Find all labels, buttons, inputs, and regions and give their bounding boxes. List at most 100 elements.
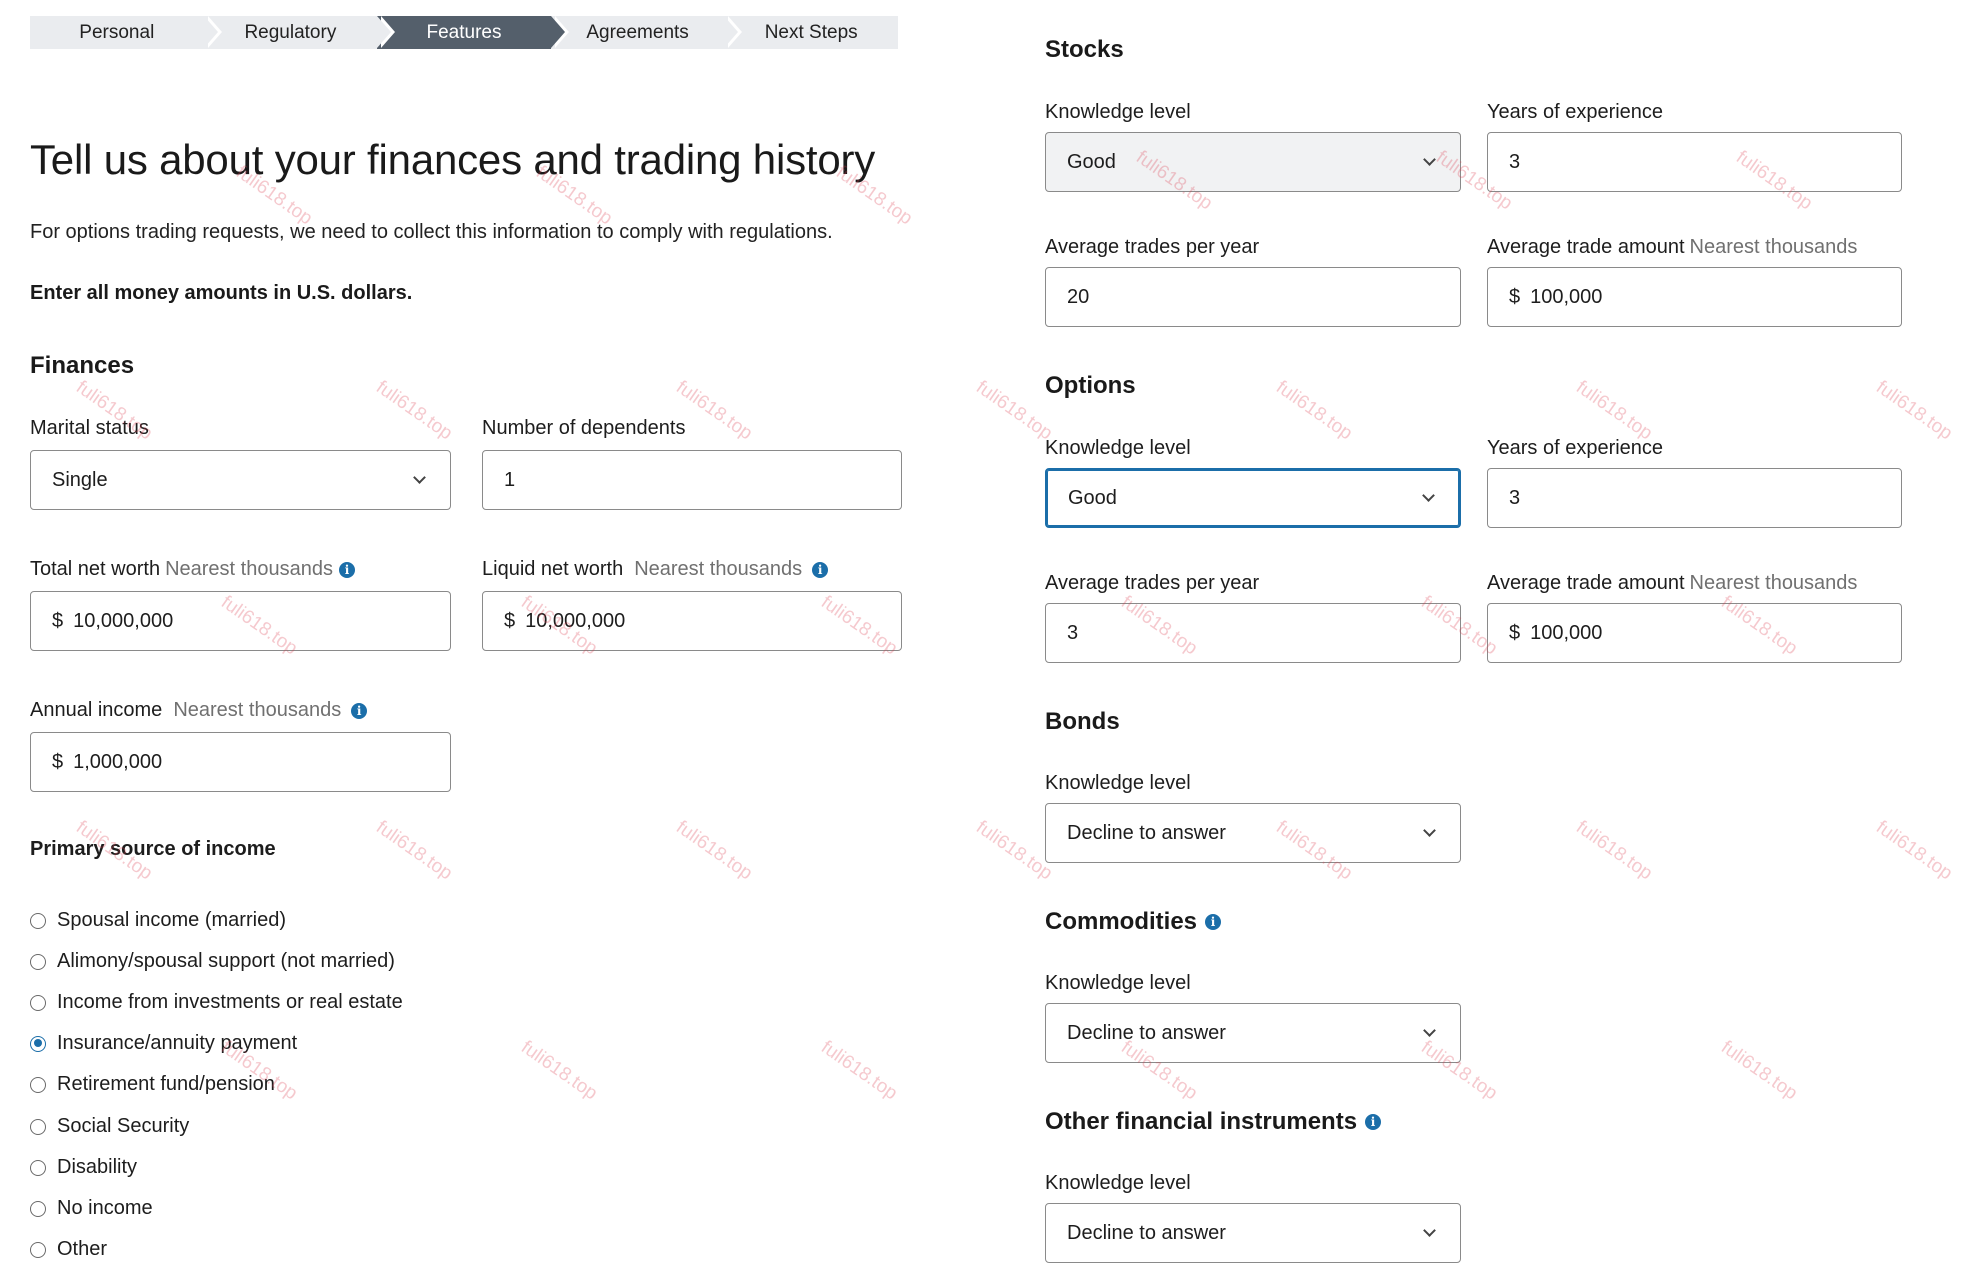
radio-option[interactable]: Income from investments or real estate xyxy=(30,991,403,1014)
other-knowledge-select[interactable]: Decline to answer xyxy=(1045,1203,1461,1263)
stocks-amount-value: 100,000 xyxy=(1530,285,1603,308)
currency-symbol: $ xyxy=(52,750,64,773)
commodities-knowledge-select[interactable]: Decline to answer xyxy=(1045,1003,1461,1063)
stocks-amount-label: Average trade amount Nearest thousands xyxy=(1487,236,1858,258)
info-icon[interactable]: i xyxy=(1205,914,1222,930)
stocks-knowledge-label: Knowledge level xyxy=(1045,101,1191,123)
radio-option-selected[interactable]: Insurance/annuity payment xyxy=(30,1032,297,1055)
annual-income-value: 1,000,000 xyxy=(73,750,163,773)
stocks-trades-value: 20 xyxy=(1067,285,1090,308)
page-title: Tell us about your finances and trading … xyxy=(30,136,876,183)
currency-symbol: $ xyxy=(1509,621,1521,644)
radio-option[interactable]: Retirement fund/pension xyxy=(30,1073,275,1096)
marital-status-select[interactable]: Single xyxy=(30,450,451,510)
options-trades-label: Average trades per year xyxy=(1045,572,1260,594)
stocks-trades-label: Average trades per year xyxy=(1045,236,1260,258)
commodities-heading: Commodities i xyxy=(1045,908,1222,936)
options-amount-label: Average trade amount Nearest thousands xyxy=(1487,572,1858,594)
currency-symbol: $ xyxy=(52,609,64,632)
step-agreements[interactable]: Agreements xyxy=(550,16,742,49)
liquid-net-worth-value: 10,000,000 xyxy=(525,609,626,632)
chevron-down-icon xyxy=(1423,824,1436,837)
currency-note: Enter all money amounts in U.S. dollars. xyxy=(30,282,413,304)
watermark: fuli618.top xyxy=(1572,816,1657,885)
radio-option[interactable]: Other xyxy=(30,1238,107,1261)
watermark: fuli618.top xyxy=(972,376,1057,445)
info-icon[interactable]: i xyxy=(812,561,829,578)
radio-option[interactable]: Spousal income (married) xyxy=(30,909,286,932)
options-knowledge-label: Knowledge level xyxy=(1045,437,1191,459)
annual-income-label: Annual income Nearest thousands i xyxy=(30,699,368,722)
annual-income-input[interactable]: $1,000,000 xyxy=(30,732,451,792)
currency-symbol: $ xyxy=(1509,285,1521,308)
radio-button[interactable] xyxy=(30,912,46,929)
dependents-input[interactable]: 1 xyxy=(482,450,902,510)
watermark: fuli618.top xyxy=(972,816,1057,885)
options-amount-value: 100,000 xyxy=(1530,621,1603,644)
marital-status-label: Marital status xyxy=(30,417,149,439)
options-years-input[interactable]: 3 xyxy=(1487,468,1902,528)
stocks-heading: Stocks xyxy=(1045,36,1124,63)
options-years-value: 3 xyxy=(1509,486,1521,509)
total-net-worth-label: Total net worth Nearest thousands i xyxy=(30,558,355,581)
bonds-knowledge-select[interactable]: Decline to answer xyxy=(1045,803,1461,863)
watermark: fuli618.top xyxy=(817,1036,902,1105)
finances-heading: Finances xyxy=(30,352,135,379)
stocks-amount-input[interactable]: $100,000 xyxy=(1487,267,1902,327)
commodities-knowledge-value: Decline to answer xyxy=(1067,1021,1226,1044)
info-icon[interactable]: i xyxy=(1365,1114,1382,1130)
hint-text: Nearest thousands xyxy=(634,558,803,580)
chevron-down-icon xyxy=(1423,1224,1436,1237)
other-instruments-heading: Other financial instruments i xyxy=(1045,1108,1382,1136)
radio-option[interactable]: Social Security xyxy=(30,1115,189,1138)
radio-button[interactable] xyxy=(30,994,46,1011)
intro-text: For options trading requests, we need to… xyxy=(30,221,833,243)
stocks-knowledge-value: Good xyxy=(1067,150,1116,173)
radio-button[interactable] xyxy=(30,1159,46,1176)
bonds-knowledge-value: Decline to answer xyxy=(1067,821,1226,844)
step-features[interactable]: Features xyxy=(377,16,569,49)
stocks-knowledge-select[interactable]: Good xyxy=(1045,132,1461,192)
stocks-years-label: Years of experience xyxy=(1487,101,1664,123)
stocks-years-value: 3 xyxy=(1509,150,1521,173)
bonds-heading: Bonds xyxy=(1045,708,1120,735)
chevron-down-icon xyxy=(413,471,426,484)
options-years-label: Years of experience xyxy=(1487,437,1664,459)
info-icon[interactable]: i xyxy=(351,702,368,719)
step-next-steps[interactable]: Next Steps xyxy=(724,16,898,49)
watermark: fuli618.top xyxy=(372,376,457,445)
total-net-worth-input[interactable]: $10,000,000 xyxy=(30,591,451,651)
liquid-net-worth-input[interactable]: $10,000,000 xyxy=(482,591,902,651)
options-heading: Options xyxy=(1045,372,1136,399)
step-regulatory[interactable]: Regulatory xyxy=(203,16,395,49)
watermark: fuli618.top xyxy=(1572,376,1657,445)
commodities-knowledge-label: Knowledge level xyxy=(1045,972,1191,994)
step-personal[interactable]: Personal xyxy=(30,16,222,49)
radio-button[interactable] xyxy=(30,1118,46,1135)
radio-option[interactable]: Alimony/spousal support (not married) xyxy=(30,950,395,973)
radio-button[interactable] xyxy=(30,1076,46,1093)
radio-button-checked[interactable] xyxy=(30,1035,46,1052)
watermark: fuli618.top xyxy=(1872,816,1957,885)
options-knowledge-value: Good xyxy=(1068,486,1117,509)
watermark: fuli618.top xyxy=(1872,376,1957,445)
watermark: fuli618.top xyxy=(1272,376,1357,445)
total-net-worth-value: 10,000,000 xyxy=(73,609,174,632)
radio-option[interactable]: Disability xyxy=(30,1156,137,1179)
options-amount-input[interactable]: $100,000 xyxy=(1487,603,1902,663)
chevron-down-icon xyxy=(1423,1024,1436,1037)
marital-status-value: Single xyxy=(52,468,108,491)
stocks-trades-input[interactable]: 20 xyxy=(1045,267,1461,327)
radio-button[interactable] xyxy=(30,1241,46,1258)
options-trades-input[interactable]: 3 xyxy=(1045,603,1461,663)
hint-text: Nearest thousands xyxy=(1689,236,1858,258)
stocks-years-input[interactable]: 3 xyxy=(1487,132,1902,192)
options-knowledge-select[interactable]: Good xyxy=(1045,468,1461,528)
radio-button[interactable] xyxy=(30,1200,46,1217)
chevron-down-icon xyxy=(1422,489,1435,502)
watermark: fuli618.top xyxy=(517,1036,602,1105)
info-icon[interactable]: i xyxy=(338,561,355,578)
options-trades-value: 3 xyxy=(1067,621,1079,644)
radio-button[interactable] xyxy=(30,953,46,970)
radio-option[interactable]: No income xyxy=(30,1197,153,1220)
